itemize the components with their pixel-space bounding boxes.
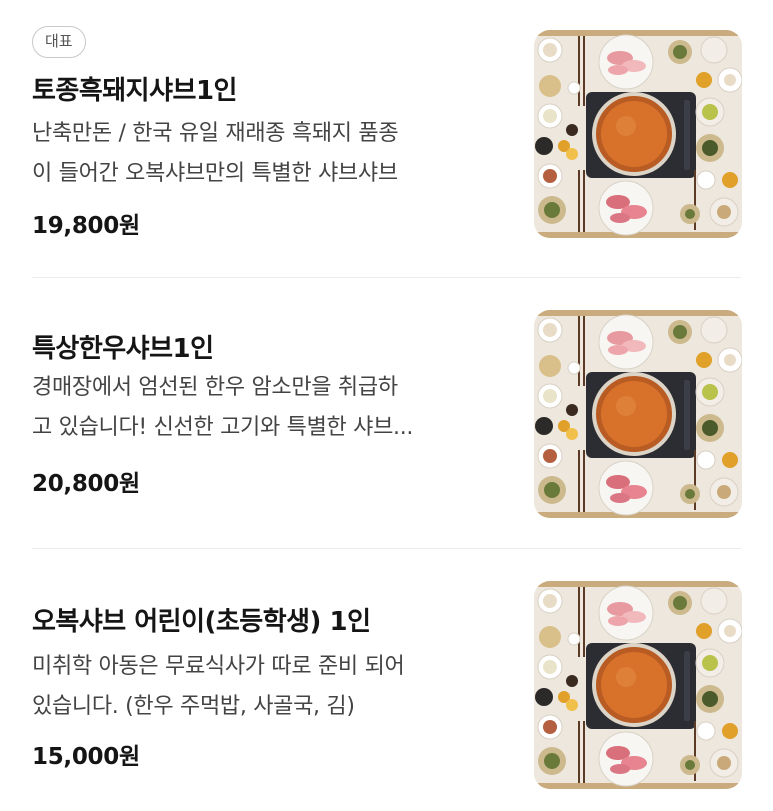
menu-list: 대표 토종흑돼지샤브1인 난축만돈 / 한국 유일 재래종 흑돼지 품종 이 들… [0, 0, 773, 811]
description-line: 이 들어간 오복샤브만의 특별한 샤브샤브 [32, 161, 398, 186]
menu-item-name: 오복샤브 어린이(초등학생) 1인 [32, 607, 371, 637]
menu-item-image[interactable] [534, 581, 742, 789]
description-line: 난축만돈 / 한국 유일 재래종 흑돼지 품종 [32, 121, 399, 146]
menu-item-description: 난축만돈 / 한국 유일 재래종 흑돼지 품종 이 들어간 오복샤브만의 특별한… [32, 114, 502, 194]
description-line: 경매장에서 엄선된 한우 암소만을 취급하 [32, 375, 398, 400]
menu-item-description: 경매장에서 엄선된 한우 암소만을 취급하 고 있습니다! 신선한 고기와 특별… [32, 368, 502, 448]
menu-item-price: 15,000원 [32, 744, 140, 770]
menu-item-image[interactable] [534, 30, 742, 238]
menu-item[interactable]: 오복샤브 어린이(초등학생) 1인 미취학 아동은 무료식사가 따로 준비 되어… [0, 549, 773, 811]
menu-item-name: 토종흑돼지샤브1인 [32, 76, 237, 106]
menu-item[interactable]: 특상한우샤브1인 경매장에서 엄선된 한우 암소만을 취급하 고 있습니다! 신… [0, 278, 773, 549]
menu-item-price: 20,800원 [32, 471, 140, 497]
description-line: 고 있습니다! 신선한 고기와 특별한 샤브... [32, 415, 414, 440]
shabu-hotpot-photo-icon [534, 30, 742, 238]
menu-item-price: 19,800원 [32, 213, 140, 239]
description-line: 미취학 아동은 무료식사가 따로 준비 되어 [32, 654, 405, 679]
shabu-hotpot-photo-icon [534, 581, 742, 789]
menu-item-name: 특상한우샤브1인 [32, 334, 214, 364]
menu-item[interactable]: 대표 토종흑돼지샤브1인 난축만돈 / 한국 유일 재래종 흑돼지 품종 이 들… [0, 0, 773, 278]
representative-badge: 대표 [32, 26, 86, 58]
menu-item-description: 미취학 아동은 무료식사가 따로 준비 되어 있습니다. (한우 주먹밥, 사골… [32, 647, 502, 727]
shabu-hotpot-photo-icon [534, 310, 742, 518]
description-line: 있습니다. (한우 주먹밥, 사골국, 김) [32, 694, 355, 719]
menu-item-image[interactable] [534, 310, 742, 518]
